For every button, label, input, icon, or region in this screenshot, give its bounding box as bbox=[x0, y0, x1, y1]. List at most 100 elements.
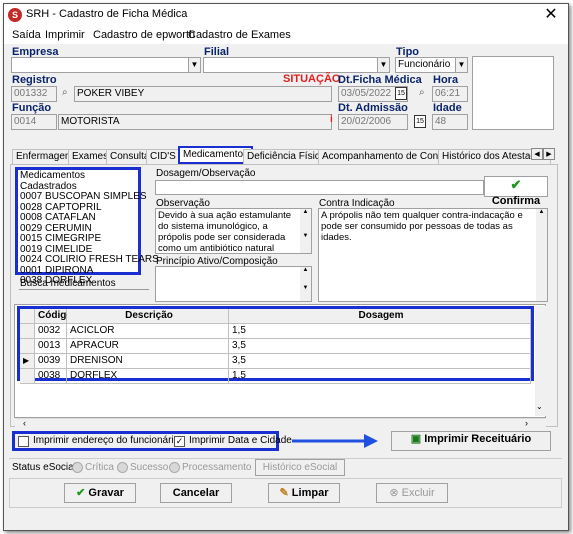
funcao-code-field[interactable]: 0014 bbox=[11, 114, 57, 130]
grid-cell: 0038 bbox=[35, 369, 67, 384]
medicamento-list-item[interactable]: 0008 CATAFLAN bbox=[18, 212, 138, 224]
row-indicator: ▶ bbox=[20, 354, 35, 369]
confirma-button[interactable]: ✔ Confirma bbox=[484, 176, 548, 207]
historico-esocial-button[interactable]: Histórico eSocial bbox=[255, 459, 345, 476]
table-row[interactable]: 0032 ACICLOR 1,5 bbox=[20, 324, 531, 339]
grid-header-cell: Código bbox=[35, 309, 72, 324]
processamento-radio[interactable] bbox=[169, 462, 180, 473]
observacao-textarea[interactable]: Devido à sua ação estamulante do sistema… bbox=[155, 208, 312, 254]
excluir-button[interactable]: ⊗ Excluir bbox=[376, 483, 448, 503]
delete-icon: ⊗ bbox=[389, 487, 399, 499]
grid-vscroll[interactable] bbox=[535, 306, 546, 416]
limpar-label: Limpar bbox=[291, 487, 329, 499]
principio-scrollbar[interactable]: ▲ ▼ bbox=[300, 267, 311, 301]
tab-scroll-left-icon[interactable]: ◀ bbox=[531, 148, 543, 160]
window-title: SRH - Cadastro de Ficha Médica bbox=[26, 8, 188, 20]
grid-cell: 3,5 bbox=[229, 354, 531, 369]
menu-cadastro-epworth[interactable]: Cadastro de epworth bbox=[93, 29, 195, 41]
hora-label: Hora bbox=[433, 74, 459, 86]
chevron-left-icon[interactable]: ‹ bbox=[23, 418, 26, 428]
close-icon[interactable]: ✕ bbox=[540, 5, 562, 25]
medicamentos-list[interactable]: 0007 BUSCOPAN SIMPLES 0028 CAPTOPRIL 0008 … bbox=[18, 191, 159, 287]
situacao-label: SITUAÇÃO bbox=[283, 73, 341, 85]
printer-icon: ▣ bbox=[410, 433, 422, 445]
table-row[interactable]: ▶ 0039 DRENISON 3,5 bbox=[20, 354, 531, 369]
funcao-field: MOTORISTA bbox=[58, 114, 332, 130]
busca-divider bbox=[19, 289, 149, 291]
processamento-label: Processamento bbox=[182, 462, 252, 473]
menu-imprimir[interactable]: Imprimir bbox=[45, 29, 85, 41]
critica-label: Crítica bbox=[85, 462, 114, 473]
observacao-scrollbar[interactable]: ▲ ▼ bbox=[300, 209, 311, 253]
imprimir-receituario-button[interactable]: ▣ Imprimir Receituário bbox=[391, 431, 551, 451]
table-row[interactable]: 0013 APRACUR 3,5 bbox=[20, 339, 531, 354]
tab-deficiencia[interactable]: Deficiência Física bbox=[243, 149, 330, 164]
broom-icon: ✎ bbox=[279, 487, 289, 499]
medicamento-list-item[interactable]: 0007 BUSCOPAN SIMPLES bbox=[18, 191, 147, 203]
sucesso-label: Sucesso bbox=[130, 462, 169, 473]
grid-cell: DORFLEX bbox=[67, 369, 229, 384]
filial-combo[interactable]: ▼ bbox=[203, 57, 390, 73]
grid-cell: 1,5 bbox=[229, 369, 531, 384]
idade-label: Idade bbox=[433, 102, 462, 114]
chevron-down-icon[interactable]: ▼ bbox=[377, 58, 389, 72]
dosagem-input[interactable] bbox=[155, 180, 484, 195]
imprimir-endereco-checkbox[interactable] bbox=[18, 436, 29, 447]
contra-textarea[interactable]: A própolis não tem qualquer contra-indac… bbox=[318, 208, 548, 302]
imprimir-endereco-label: Imprimir endereço do funcionário bbox=[33, 435, 180, 446]
grid-cell: DRENISON bbox=[67, 354, 229, 369]
tab-medicamentos[interactable]: Medicamentos bbox=[178, 146, 254, 164]
grid-cell: 0032 bbox=[35, 324, 67, 339]
calendar-icon[interactable]: 15 bbox=[414, 115, 426, 128]
dt-ficha-value: 03/05/2022 bbox=[341, 88, 392, 99]
empresa-combo[interactable]: ▼ bbox=[11, 57, 201, 73]
chevron-down-icon[interactable]: ▼ bbox=[188, 58, 200, 72]
medicamento-list-item[interactable]: 0024 COLIRIO FRESH TEARS bbox=[18, 254, 159, 266]
tab-cids[interactable]: CID'S bbox=[146, 149, 180, 164]
row-indicator bbox=[20, 369, 35, 384]
cancelar-button[interactable]: Cancelar bbox=[160, 483, 232, 503]
sucesso-radio[interactable] bbox=[117, 462, 128, 473]
contra-scrollbar[interactable]: ▲ bbox=[536, 209, 547, 301]
grid-header-row: Código Descrição Dosagem bbox=[20, 309, 531, 324]
gravar-button[interactable]: ✔ Gravar bbox=[64, 483, 136, 503]
grid-cell: 0039 bbox=[35, 354, 67, 369]
dt-admissao-label: Dt. Admissão bbox=[338, 102, 408, 114]
chevron-down-icon[interactable]: ⌄ bbox=[536, 402, 543, 411]
arrow-icon bbox=[292, 434, 378, 448]
dt-admissao-field[interactable]: 20/02/2006 bbox=[338, 114, 408, 130]
imprimir-data-checkbox[interactable]: ✓ bbox=[174, 436, 185, 447]
limpar-button[interactable]: ✎ Limpar bbox=[268, 483, 340, 503]
check-icon: ✔ bbox=[76, 487, 86, 499]
chevron-right-icon[interactable]: › bbox=[525, 418, 528, 428]
menu-cadastro-exames[interactable]: Cadastro de Exames bbox=[188, 29, 291, 41]
photo-box bbox=[472, 56, 554, 130]
menu-saida[interactable]: Saída bbox=[12, 29, 41, 41]
calendar-icon[interactable]: 15 bbox=[395, 87, 407, 100]
chevron-down-icon[interactable]: ▼ bbox=[455, 58, 467, 72]
tipo-combo[interactable]: Funcionário ▼ bbox=[395, 57, 468, 73]
dosagem-label: Dosagem/Observação bbox=[156, 168, 256, 179]
grid-cell: 3,5 bbox=[229, 339, 531, 354]
status-label: Status eSocial: bbox=[12, 462, 79, 473]
idade-field: 48 bbox=[432, 114, 468, 130]
registro-field[interactable]: 001332 bbox=[11, 86, 57, 102]
imprimir-data-label: Imprimir Data e Cidade bbox=[189, 435, 292, 446]
binoculars-icon[interactable]: ⌕ bbox=[419, 87, 425, 98]
app-icon: S bbox=[8, 8, 22, 22]
medicamento-list-item[interactable]: 0015 CIMEGRIPE bbox=[18, 233, 138, 245]
hora-field[interactable]: 06:21 bbox=[432, 86, 468, 102]
binoculars-icon[interactable]: ⌕ bbox=[62, 87, 68, 98]
row-indicator bbox=[20, 309, 35, 324]
table-row[interactable]: 0038 DORFLEX 1,5 bbox=[20, 369, 531, 384]
gravar-label: Gravar bbox=[88, 487, 124, 499]
principio-textarea[interactable] bbox=[155, 266, 312, 302]
cadastrados-label: Medicamentos Cadastrados bbox=[20, 170, 86, 192]
critica-radio[interactable] bbox=[72, 462, 83, 473]
check-icon: ✔ bbox=[510, 177, 522, 192]
tab-scroll-right-icon[interactable]: ▶ bbox=[543, 148, 555, 160]
confirma-label: Confirma bbox=[491, 195, 541, 207]
grid-cell: APRACUR bbox=[67, 339, 229, 354]
grid-hscroll[interactable]: ‹ › bbox=[15, 418, 546, 429]
info-icon[interactable]: i bbox=[330, 114, 333, 125]
